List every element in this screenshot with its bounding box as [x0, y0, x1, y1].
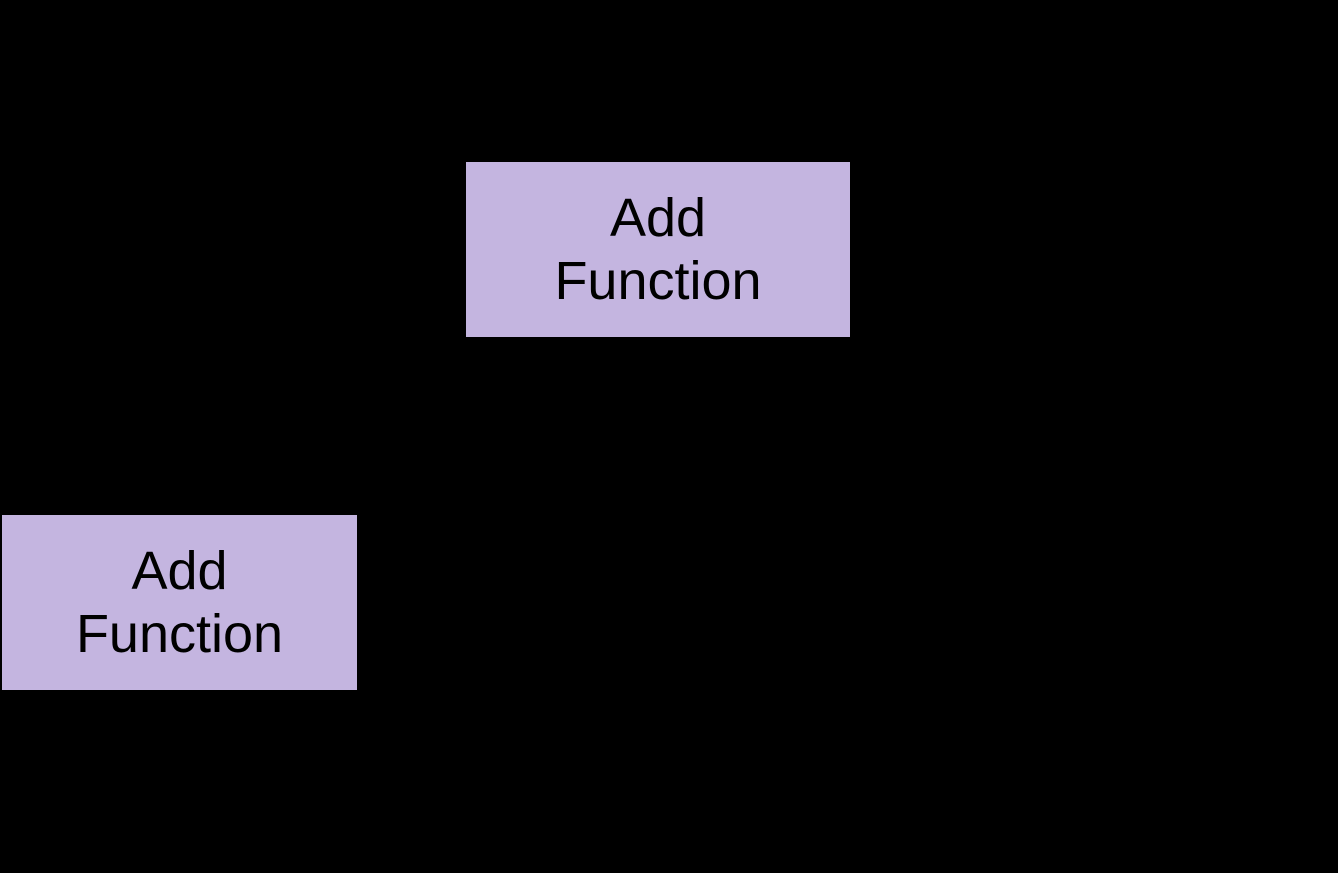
- node-label-line1: Add: [131, 540, 227, 602]
- node-label-line2: Function: [554, 250, 761, 312]
- diagram-node-add-function-bottom: Add Function: [0, 513, 359, 692]
- diagram-node-add-function-top: Add Function: [464, 160, 852, 339]
- node-label-line2: Function: [76, 603, 283, 665]
- node-label-line1: Add: [610, 187, 706, 249]
